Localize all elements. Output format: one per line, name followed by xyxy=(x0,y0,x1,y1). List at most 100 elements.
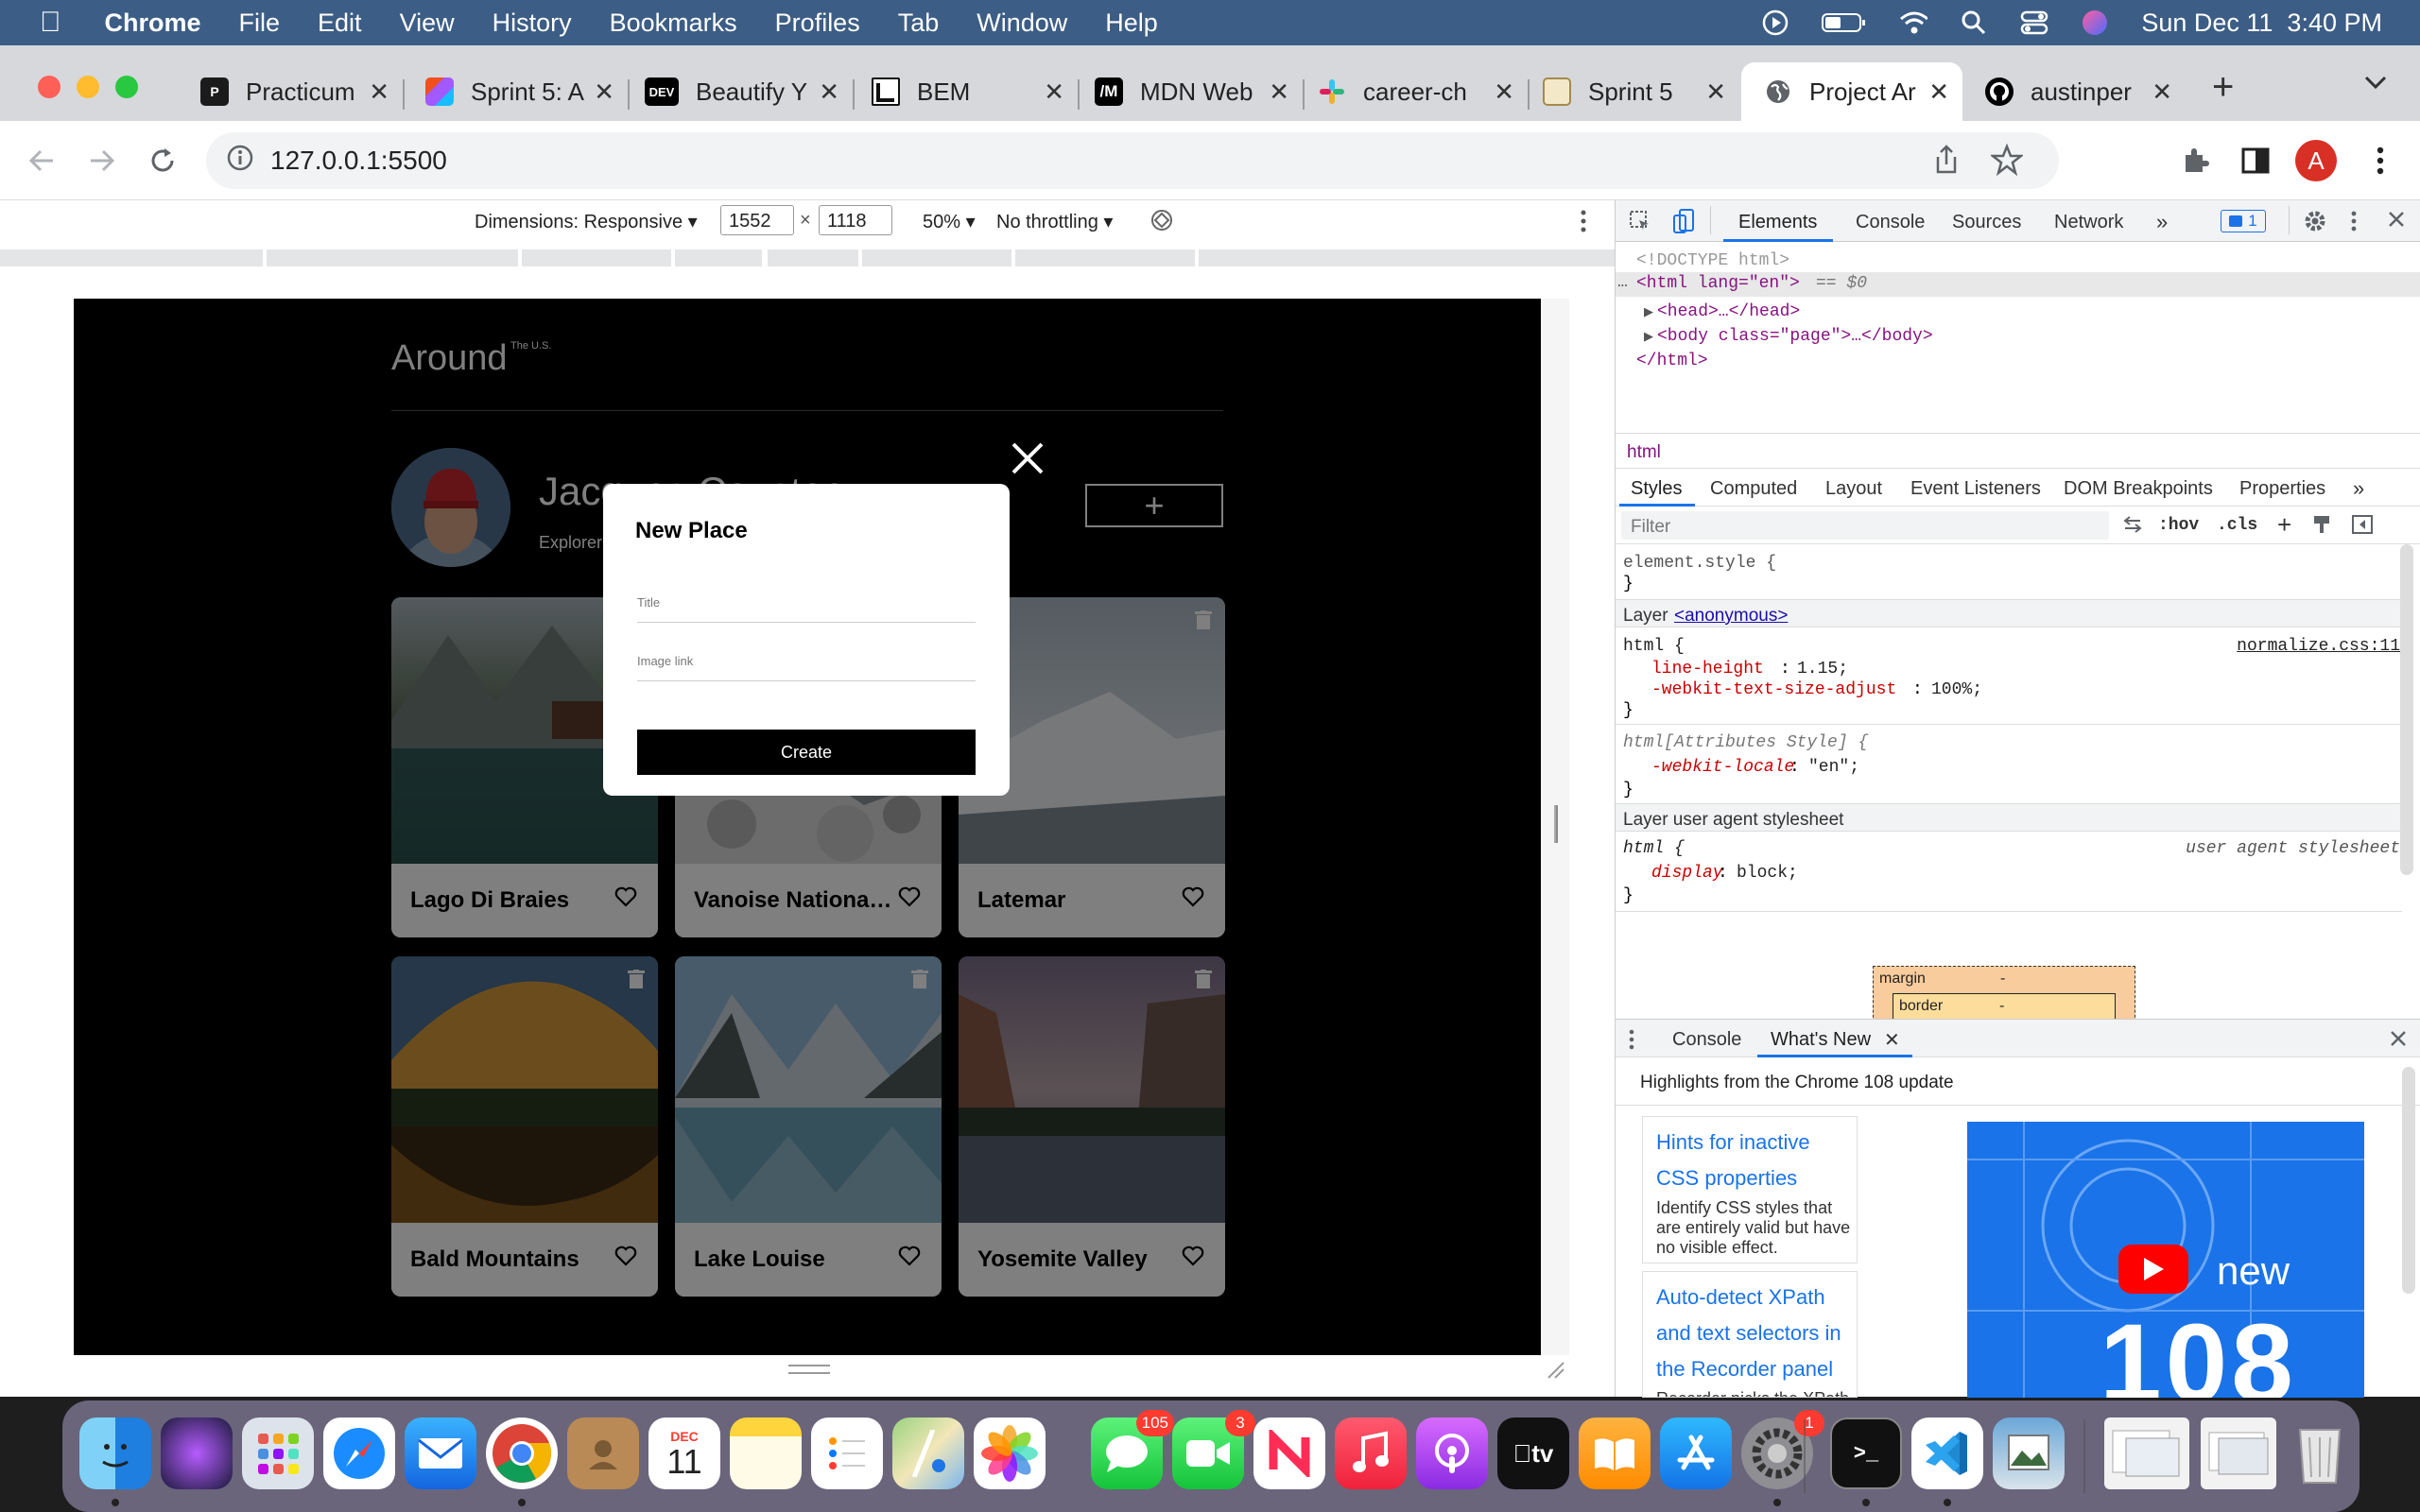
close-tab-icon[interactable]: ✕ xyxy=(1269,77,1289,107)
finder-icon[interactable] xyxy=(79,1418,151,1489)
more-style-tabs-icon[interactable]: » xyxy=(2353,476,2364,501)
paint-brush-icon[interactable] xyxy=(2311,514,2332,540)
close-tab-icon[interactable]: ✕ xyxy=(369,77,389,107)
browser-tab[interactable]: /M MDN Web ✕ xyxy=(1085,62,1303,121)
media-query-segment[interactable] xyxy=(862,249,1011,266)
trash-bin-icon[interactable] xyxy=(2284,1418,2356,1489)
control-center-icon[interactable] xyxy=(2020,9,2048,37)
throttling-select[interactable]: No throttling ▾ xyxy=(996,210,1113,233)
device-toolbar-toggle-icon[interactable] xyxy=(1672,208,1695,239)
element-style-rule[interactable]: element.style { xyxy=(1623,554,1776,573)
menu-file[interactable]: File xyxy=(239,9,281,38)
app-store-icon[interactable] xyxy=(1660,1418,1732,1489)
rotate-icon[interactable] xyxy=(1150,208,1174,238)
resize-handle-right[interactable] xyxy=(1554,805,1558,843)
css-value[interactable]: block; xyxy=(1737,864,1798,883)
back-icon[interactable] xyxy=(21,140,62,181)
attributes-style-rule[interactable]: html[Attributes Style] { xyxy=(1623,733,1868,752)
apple-menu-icon[interactable]:  xyxy=(40,7,61,39)
css-value[interactable]: 100%; xyxy=(1931,680,1982,699)
device-toolbar-more-icon[interactable] xyxy=(1581,210,1586,238)
styles-scrollbar[interactable] xyxy=(2400,544,2413,875)
whats-new-item-title[interactable]: Hints for inactive CSS properties xyxy=(1656,1125,1851,1196)
cls-toggle[interactable]: .cls xyxy=(2217,516,2257,535)
tab-computed[interactable]: Computed xyxy=(1710,478,1797,500)
expand-head-icon[interactable]: ▶ xyxy=(1644,304,1653,319)
menu-help[interactable]: Help xyxy=(1105,9,1158,38)
zoom-select[interactable]: 50% ▾ xyxy=(923,210,976,233)
popup-overlay[interactable] xyxy=(74,299,1541,1355)
html-rule-selector[interactable]: html { xyxy=(1623,637,1685,656)
menu-bar-clock[interactable]: Sun Dec 11 3:40 PM xyxy=(2141,9,2382,38)
zoom-window-button[interactable] xyxy=(115,76,138,98)
tab-network[interactable]: Network xyxy=(2054,212,2123,233)
new-style-rule-icon[interactable]: + xyxy=(2277,510,2291,540)
facetime-icon[interactable]: 3 xyxy=(1172,1410,1255,1489)
tab-elements[interactable]: Elements xyxy=(1738,212,1817,233)
siri-icon[interactable] xyxy=(2081,9,2109,37)
siri-app-icon[interactable] xyxy=(161,1418,233,1489)
browser-tab[interactable]: Sprint 5: A ✕ xyxy=(410,62,628,121)
mail-icon[interactable] xyxy=(405,1418,476,1489)
minimize-window-button[interactable] xyxy=(77,76,99,98)
close-tab-icon[interactable]: ✕ xyxy=(594,77,614,107)
menu-tab[interactable]: Tab xyxy=(898,9,940,38)
launchpad-icon[interactable] xyxy=(242,1418,314,1489)
browser-tab[interactable]: career-ch ✕ xyxy=(1310,62,1528,121)
profile-avatar[interactable]: A xyxy=(2295,140,2337,181)
breadcrumb[interactable]: html xyxy=(1627,442,1661,463)
apple-tv-icon[interactable]: tv xyxy=(1497,1418,1569,1489)
dom-doctype[interactable]: <!DOCTYPE html> xyxy=(1636,251,1789,270)
media-query-segment[interactable] xyxy=(1199,249,1615,266)
tab-dom-breakpoints[interactable]: DOM Breakpoints xyxy=(2064,478,2213,500)
device-height-input[interactable]: 1118 xyxy=(819,205,892,235)
podcasts-icon[interactable] xyxy=(1416,1418,1488,1489)
whats-new-item[interactable]: Auto-detect XPath and text selectors in … xyxy=(1642,1271,1858,1398)
menu-edit[interactable]: Edit xyxy=(318,9,362,38)
books-icon[interactable] xyxy=(1579,1418,1651,1489)
forward-icon[interactable] xyxy=(81,140,123,181)
photos-icon[interactable] xyxy=(974,1418,1046,1489)
close-tab-icon[interactable]: ✕ xyxy=(1494,77,1514,107)
dimensions-select[interactable]: Dimensions: Responsive ▾ xyxy=(475,210,698,233)
dom-head[interactable]: <head>…</head> xyxy=(1657,302,1800,321)
dom-html-close[interactable]: </html> xyxy=(1636,352,1708,370)
url-text[interactable]: 127.0.0.1:5500 xyxy=(270,146,447,176)
close-tab-icon[interactable]: ✕ xyxy=(2152,77,2172,107)
reminders-icon[interactable] xyxy=(811,1418,883,1489)
inspect-element-icon[interactable] xyxy=(1629,210,1651,237)
layer-anonymous-link[interactable]: <anonymous> xyxy=(1674,606,1788,627)
tab-search-chevron-icon[interactable] xyxy=(2363,74,2388,95)
dom-html-open[interactable]: <html lang="en"> xyxy=(1636,274,1800,293)
css-property[interactable]: display xyxy=(1651,864,1723,883)
devtools-menu-icon[interactable] xyxy=(2351,210,2357,237)
messages-icon[interactable]: 105 xyxy=(1091,1410,1174,1489)
styles-filter-input[interactable]: Filter xyxy=(1621,511,2109,540)
more-tabs-icon[interactable]: » xyxy=(2156,210,2168,234)
media-query-segment[interactable] xyxy=(267,249,518,266)
media-query-segment[interactable] xyxy=(768,249,858,266)
bookmark-star-icon[interactable] xyxy=(1989,143,2025,182)
notes-icon[interactable] xyxy=(730,1418,802,1489)
toggle-sidebar-icon[interactable] xyxy=(2351,514,2374,540)
chrome-app-icon[interactable] xyxy=(486,1418,558,1489)
toggle-states-icon[interactable] xyxy=(2122,514,2143,540)
terminal-icon[interactable]: >_ xyxy=(1830,1418,1902,1489)
browser-tab-active[interactable]: Project Ar ✕ xyxy=(1741,62,1962,121)
media-query-segment[interactable] xyxy=(1015,249,1195,266)
browser-tab[interactable]: P Practicum ✕ xyxy=(185,62,403,121)
extensions-puzzle-icon[interactable] xyxy=(2174,140,2216,181)
expand-body-icon[interactable]: ▶ xyxy=(1644,329,1653,344)
menu-view[interactable]: View xyxy=(400,9,455,38)
browser-tab[interactable]: Sprint 5 ✕ xyxy=(1535,62,1739,121)
image-link-input[interactable]: Image link xyxy=(637,654,693,668)
resize-handle-bottom[interactable] xyxy=(788,1365,830,1374)
play-circle-icon[interactable] xyxy=(1761,9,1789,37)
news-icon[interactable] xyxy=(1253,1418,1325,1489)
drawer-tab-whats-new[interactable]: What's New xyxy=(1771,1029,1871,1051)
close-drawer-icon[interactable] xyxy=(2389,1029,2408,1053)
tab-styles[interactable]: Styles xyxy=(1631,478,1682,500)
settings-gear-icon[interactable] xyxy=(2304,210,2326,237)
reload-icon[interactable] xyxy=(142,140,183,181)
create-button[interactable]: Create xyxy=(637,730,976,775)
